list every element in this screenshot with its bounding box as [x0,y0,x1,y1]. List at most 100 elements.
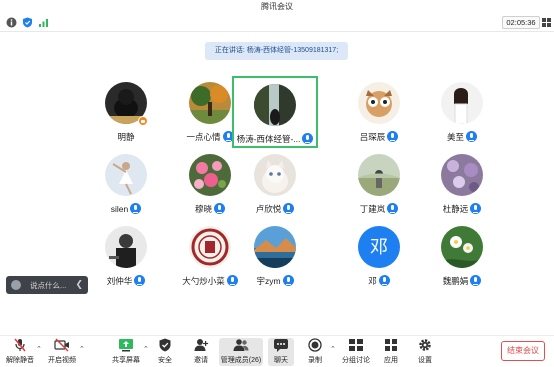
mic-icon [470,275,482,287]
avatar [358,82,400,124]
mic-icon [378,275,390,287]
participant-tile[interactable]: 魏鹏娟 [419,220,505,292]
chat-button[interactable]: 聊天 [268,338,294,366]
participant-tile[interactable]: 杜静远 [419,148,505,220]
chat-placeholder: 说点什么... [30,281,67,290]
participant-tile[interactable]: silen [83,148,169,220]
chat-input-bubble[interactable]: 说点什么... ❮ [6,276,88,294]
record-icon [308,338,322,352]
avatar [105,154,147,196]
mic-off-icon [14,338,26,352]
meeting-timer: 02:05:36 [502,16,540,29]
participant-tile[interactable]: 明静 [83,76,169,148]
participant-name-line: 杨涛-西体经管-... [234,132,316,145]
participant-name: 杜静远 [442,203,469,214]
mic-icon [387,203,399,215]
end-meeting-button[interactable]: 结束会议 [501,341,545,361]
participant-name: 一点心情 [186,131,221,142]
host-badge-icon [138,116,148,126]
participant-name: 魏鹏娟 [442,275,469,286]
audio-options-caret[interactable]: ⌃ [36,345,42,353]
members-icon [233,339,249,351]
mic-icon [283,203,295,215]
gear-icon [419,339,431,351]
participant-name: 宇zym [256,275,281,286]
info-icon[interactable] [6,17,17,28]
participant-name: silen [110,203,129,214]
share-screen-button[interactable]: 共享屏幕 [110,338,142,366]
participant-tile[interactable]: 卢欣悦 [232,148,318,220]
participant-name: 卢欣悦 [255,203,282,214]
video-off-icon [54,338,69,352]
apps-button[interactable]: 应用 [378,338,404,366]
window-title: 腾讯会议 [261,2,293,11]
participant-name-line: 宇zym [232,274,318,287]
grid-view-icon[interactable] [542,18,551,27]
invite-button[interactable]: 邀请 [188,338,214,366]
mic-icon [214,203,225,215]
apps-label: 应用 [384,357,398,364]
mic-icon [130,203,142,215]
avatar [441,154,483,196]
chat-icon [274,339,288,352]
record-options-caret[interactable]: ⌃ [330,345,336,353]
avatar [358,154,400,196]
bottom-toolbar: 解除静音 ⌃ 开启视频 ⌃ 共享屏幕 ⌃ 安全 邀请 管理成员(26) 聊天 录… [0,335,554,367]
manage-members-label: 管理成员(26) [220,357,262,364]
breakout-rooms-label: 分组讨论 [342,357,370,364]
record-label: 录制 [308,357,322,364]
participant-name-line: 杜静远 [419,202,505,215]
participant-tile[interactable]: 丁建岚 [336,148,422,220]
participant-name-line: 美至 [419,130,505,143]
invite-label: 邀请 [194,357,208,364]
signal-icon[interactable] [38,17,49,28]
participant-name: 杨涛-西体经管-... [236,133,301,144]
participant-name-line: 卢欣悦 [232,202,318,215]
avatar [254,226,296,268]
settings-button[interactable]: 设置 [412,338,438,366]
avatar [254,154,296,196]
mic-icon [134,275,146,287]
mic-icon [387,131,399,143]
chat-label: 聊天 [274,357,288,364]
breakout-icon [349,339,363,351]
share-screen-icon [119,339,133,352]
collapse-arrow-icon[interactable]: ❮ [75,279,83,290]
manage-members-button[interactable]: 管理成员(26) [219,338,263,366]
breakout-rooms-button[interactable]: 分组讨论 [340,338,372,366]
video-options-caret[interactable]: ⌃ [79,345,85,353]
participant-tile[interactable]: 杨涛-西体经管-... [232,76,318,148]
avatar [105,226,147,268]
avatar [441,226,483,268]
participant-name-line: silen [83,202,169,215]
record-button[interactable]: 录制 [302,338,328,366]
avatar [254,84,296,126]
participant-tile[interactable]: 宇zym [232,220,318,292]
participant-name-line: 邓 [336,274,422,287]
start-video-button[interactable]: 开启视频 [46,338,78,366]
participant-name-line: 魏鹏娟 [419,274,505,287]
shield-icon[interactable] [22,17,33,28]
participant-tile[interactable]: 邓邓 [336,220,422,292]
mic-icon [302,133,314,145]
participant-tile[interactable]: 刘仲华 [83,220,169,292]
settings-label: 设置 [418,357,432,364]
avatar [189,226,231,268]
participant-tile[interactable]: 吕琛辰 [336,76,422,148]
participant-name: 大勺炒小菜 [182,275,225,286]
emoji-icon[interactable] [11,280,21,290]
mic-icon [470,203,482,215]
unmute-button[interactable]: 解除静音 [4,338,36,366]
mic-icon [466,131,477,143]
participant-name: 吕琛辰 [359,131,386,142]
participant-name-line: 刘仲华 [83,274,169,287]
avatar [189,82,231,124]
participant-name: 美至 [446,131,464,142]
participant-name-line: 丁建岚 [336,202,422,215]
security-button[interactable]: 安全 [152,338,178,366]
avatar [189,154,231,196]
participant-tile[interactable]: 美至 [419,76,505,148]
share-options-caret[interactable]: ⌃ [143,345,149,353]
participant-name-line: 明静 [83,130,169,142]
mic-icon [282,275,294,287]
